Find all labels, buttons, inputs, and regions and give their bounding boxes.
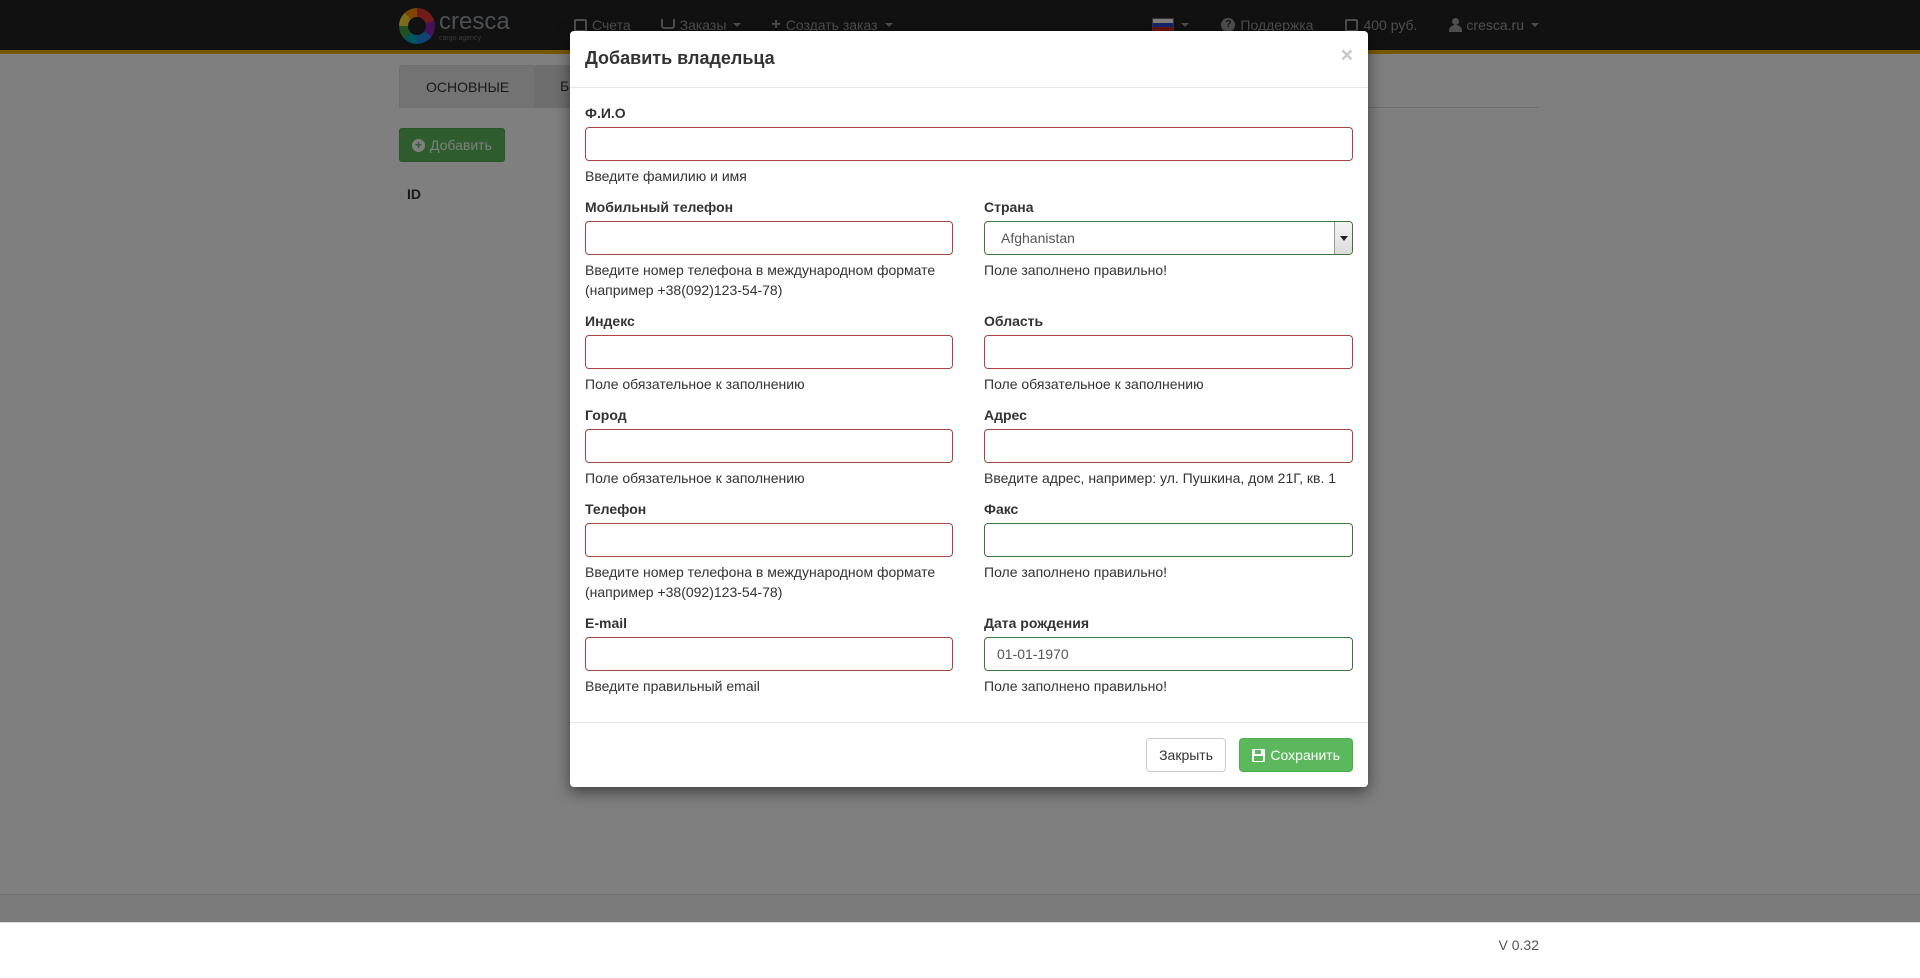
fio-label: Ф.И.О (585, 105, 626, 121)
phone-label: Телефон (585, 501, 647, 517)
version-label: V 0.32 (1498, 937, 1539, 953)
modal-title: Добавить владельца (585, 48, 775, 68)
address-help: Введите адрес, например: ул. Пушкина, до… (984, 470, 1337, 486)
city-input[interactable] (585, 429, 953, 463)
form-group-phone: Телефон Введите номер телефона в междуна… (585, 499, 953, 602)
address-input[interactable] (984, 429, 1353, 463)
birthdate-label: Дата рождения (984, 615, 1090, 631)
country-help: Поле заполнено правильно! (984, 262, 1168, 278)
form-group-birthdate: Дата рождения Поле заполнено правильно! (984, 613, 1353, 696)
country-select[interactable]: Afghanistan (984, 221, 1353, 255)
email-label: E-mail (585, 615, 628, 631)
form-group-email: E-mail Введите правильный email (585, 613, 953, 696)
add-owner-modal: Добавить владельца × Ф.И.О Введите фамил… (570, 31, 1368, 787)
page-footer: V 0.32 (0, 922, 1920, 977)
zip-input[interactable] (585, 335, 953, 369)
region-label: Область (984, 313, 1044, 329)
mobile-help: Введите номер телефона в международном ф… (585, 262, 936, 298)
fax-label: Факс (984, 501, 1019, 517)
address-label: Адрес (984, 407, 1027, 423)
form-group-fio: Ф.И.О Введите фамилию и имя (585, 103, 1353, 186)
form-group-region: Область Поле обязательное к заполнению (984, 311, 1353, 394)
close-button[interactable]: Закрыть (1146, 738, 1226, 772)
city-help: Поле обязательное к заполнению (585, 470, 805, 486)
form-group-fax: Факс Поле заполнено правильно! (984, 499, 1353, 582)
email-help: Введите правильный email (585, 678, 760, 694)
birthdate-input[interactable] (984, 637, 1353, 671)
close-icon[interactable]: × (1341, 45, 1353, 66)
chevron-down-icon[interactable] (1334, 222, 1352, 254)
birthdate-help: Поле заполнено правильно! (984, 678, 1168, 694)
floppy-disk-icon (1252, 748, 1266, 762)
country-select-value[interactable]: Afghanistan (984, 221, 1353, 255)
region-help: Поле обязательное к заполнению (984, 376, 1204, 392)
modal-footer: Закрыть Сохранить (570, 722, 1368, 787)
form-group-zip: Индекс Поле обязательное к заполнению (585, 311, 953, 394)
form-group-country: Страна Afghanistan Поле заполнено правил… (984, 197, 1353, 280)
form-group-mobile: Мобильный телефон Введите номер телефона… (585, 197, 953, 300)
mobile-input[interactable] (585, 221, 953, 255)
phone-input[interactable] (585, 523, 953, 557)
region-input[interactable] (984, 335, 1353, 369)
modal-body: Ф.И.О Введите фамилию и имя Мобильный те… (570, 88, 1368, 722)
email-input[interactable] (585, 637, 953, 671)
country-label: Страна (984, 199, 1034, 215)
modal-header: Добавить владельца × (570, 31, 1368, 88)
form-group-city: Город Поле обязательное к заполнению (585, 405, 953, 488)
form-group-address: Адрес Введите адрес, например: ул. Пушки… (984, 405, 1353, 488)
save-button[interactable]: Сохранить (1239, 738, 1353, 772)
city-label: Город (585, 407, 627, 423)
zip-help: Поле обязательное к заполнению (585, 376, 805, 392)
mobile-label: Мобильный телефон (585, 199, 734, 215)
fio-input[interactable] (585, 127, 1353, 161)
phone-help: Введите номер телефона в международном ф… (585, 564, 936, 600)
fio-help: Введите фамилию и имя (585, 168, 747, 184)
fax-help: Поле заполнено правильно! (984, 564, 1168, 580)
zip-label: Индекс (585, 313, 635, 329)
fax-input[interactable] (984, 523, 1353, 557)
